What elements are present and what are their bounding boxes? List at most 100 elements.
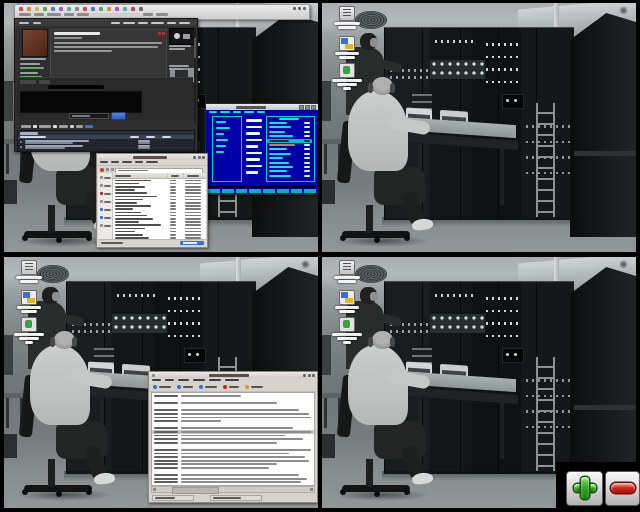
- toolbar-tab[interactable]: [64, 13, 74, 16]
- filter-chip[interactable]: [39, 125, 51, 128]
- function-key[interactable]: [277, 189, 289, 193]
- dos-menu-bar[interactable]: [209, 111, 265, 113]
- log-viewer-titlebar[interactable]: [149, 372, 317, 378]
- places-sidebar[interactable]: [98, 173, 113, 240]
- dos-menu-item[interactable]: [209, 111, 217, 113]
- toolbar-icon[interactable]: [131, 7, 135, 11]
- filter-chip[interactable]: [70, 125, 74, 128]
- dos-titlebar[interactable]: [206, 104, 318, 110]
- filter-chip[interactable]: [21, 125, 31, 128]
- filter-chip-row[interactable]: [21, 124, 93, 128]
- toolbar-tab[interactable]: [19, 13, 31, 16]
- function-key[interactable]: [222, 189, 234, 193]
- toolbar-icon[interactable]: [139, 7, 143, 11]
- window-buttons[interactable]: [193, 156, 205, 159]
- desktop-icon-list[interactable]: [8, 260, 50, 283]
- toolbar-icon[interactable]: [19, 7, 23, 11]
- menu-item[interactable]: [135, 161, 143, 163]
- horizontal-scrollbar[interactable]: [151, 486, 315, 493]
- menu-item[interactable]: [122, 161, 132, 163]
- toolbar-button[interactable]: [199, 385, 217, 389]
- menu-item[interactable]: [146, 161, 158, 163]
- menu-item[interactable]: [111, 161, 119, 163]
- stop-icon[interactable]: [100, 168, 104, 172]
- window-file-manager[interactable]: [96, 153, 208, 248]
- file-manager-titlebar[interactable]: [97, 154, 207, 160]
- function-key[interactable]: [291, 189, 303, 193]
- scrollbar[interactable]: [194, 28, 196, 123]
- toolbar-icon[interactable]: [83, 7, 87, 11]
- file-list[interactable]: [113, 173, 206, 240]
- nav-icon[interactable]: [111, 168, 114, 171]
- filter-chip[interactable]: [53, 125, 57, 128]
- toolbar-icon[interactable]: [91, 7, 95, 11]
- dos-command-line[interactable]: [208, 185, 316, 188]
- log-viewer-toolbar[interactable]: [149, 383, 317, 392]
- toolbar-icon[interactable]: [43, 7, 47, 11]
- function-key[interactable]: [263, 189, 275, 193]
- toolbar-button[interactable]: [245, 385, 263, 389]
- function-key[interactable]: [304, 189, 316, 193]
- window-buttons[interactable]: [303, 374, 315, 377]
- playlist-panel[interactable]: [17, 130, 195, 151]
- nav-icon[interactable]: [106, 168, 109, 171]
- toolbar-icon[interactable]: [107, 7, 111, 11]
- menu-item[interactable]: [178, 379, 189, 381]
- desktop-icon-package[interactable]: [8, 290, 50, 313]
- toolbar-icon[interactable]: [99, 7, 103, 11]
- scroll-left-arrow[interactable]: [153, 488, 156, 491]
- menu-item[interactable]: [193, 379, 205, 381]
- desktop-icon-list[interactable]: [326, 6, 368, 29]
- toolbar-icon[interactable]: [27, 7, 31, 11]
- desktop-icon-green-app[interactable]: [8, 317, 50, 344]
- workspace-3[interactable]: [4, 257, 318, 508]
- window-log-viewer[interactable]: [148, 371, 318, 503]
- toolbar-tab[interactable]: [77, 13, 89, 16]
- workspace-2[interactable]: [322, 3, 636, 252]
- toolbar-icon[interactable]: [59, 7, 63, 11]
- dos-function-key-bar[interactable]: [208, 189, 316, 193]
- toolbar-icon[interactable]: [67, 7, 71, 11]
- toolbar-tab[interactable]: [143, 13, 153, 16]
- toolbar-tab[interactable]: [47, 13, 61, 16]
- window-media-player[interactable]: [14, 18, 198, 152]
- window-dos-file-manager[interactable]: [205, 103, 318, 195]
- desktop-icon-list[interactable]: [326, 260, 368, 283]
- window-buttons[interactable]: [299, 105, 316, 110]
- scrollbar-thumb[interactable]: [172, 487, 219, 494]
- remove-desktop-button[interactable]: [605, 471, 640, 506]
- log-line-list[interactable]: [151, 392, 315, 486]
- function-key[interactable]: [236, 189, 248, 193]
- log-viewer-menu-bar[interactable]: [152, 379, 239, 381]
- toolbar-button[interactable]: [153, 385, 171, 389]
- function-key[interactable]: [208, 189, 220, 193]
- desktop-icon-package[interactable]: [326, 290, 368, 313]
- menu-item[interactable]: [225, 379, 239, 381]
- filter-chip[interactable]: [76, 125, 83, 128]
- video-thumbnail[interactable]: [169, 28, 195, 45]
- dos-menu-item[interactable]: [257, 111, 265, 113]
- filter-chip[interactable]: [33, 125, 37, 128]
- file-list-header[interactable]: [113, 173, 206, 179]
- toolbar-icon[interactable]: [35, 7, 39, 11]
- toolbar-tab[interactable]: [34, 13, 44, 16]
- filter-chip[interactable]: [85, 125, 93, 128]
- menu-item[interactable]: [100, 161, 108, 163]
- desktop-icon-green-app[interactable]: [326, 63, 368, 90]
- dos-menu-item[interactable]: [233, 111, 241, 113]
- desktop-icon-package[interactable]: [326, 36, 368, 59]
- toolbar-button[interactable]: [177, 385, 193, 389]
- playlist-row[interactable]: [18, 145, 194, 151]
- toolbar-icon[interactable]: [75, 7, 79, 11]
- dos-menu-item[interactable]: [220, 111, 230, 113]
- window-buttons[interactable]: [293, 7, 306, 10]
- toolbar-icon[interactable]: [123, 7, 127, 11]
- workspace-1[interactable]: [4, 3, 318, 252]
- menu-item[interactable]: [165, 379, 174, 381]
- file-manager-menu-bar[interactable]: [100, 161, 158, 163]
- menu-item[interactable]: [209, 379, 221, 381]
- primary-action-button[interactable]: [111, 112, 126, 120]
- dos-menu-item[interactable]: [244, 111, 254, 113]
- toolbar-button[interactable]: [223, 385, 239, 389]
- toolbar-tab[interactable]: [92, 13, 140, 16]
